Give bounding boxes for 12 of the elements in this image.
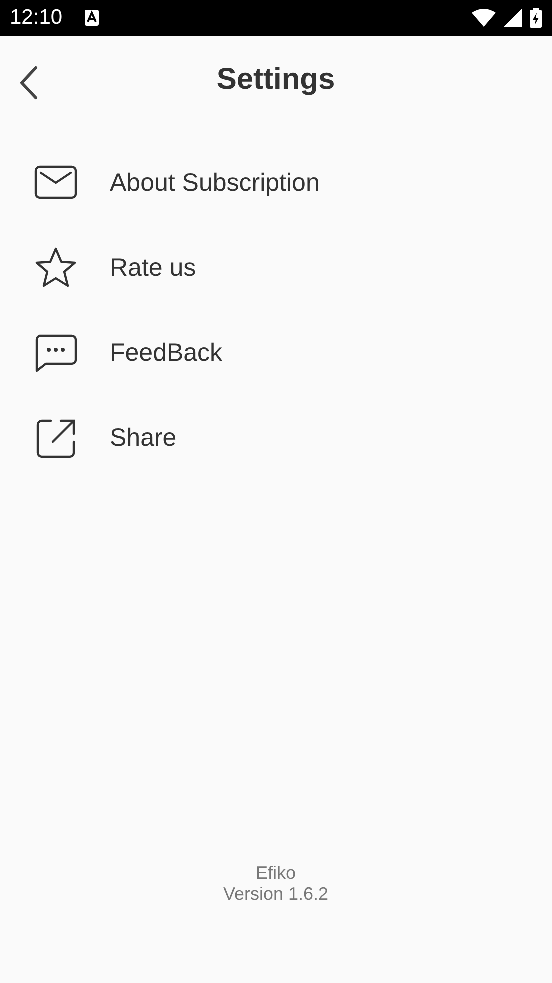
page-title: Settings [216,63,336,97]
settings-item[interactable]: About Subscription [110,169,320,198]
version-text: Version 1.6.2 [223,884,329,905]
signal-icon [504,9,522,27]
notification-icon [84,10,99,26]
status-time: 12:10 [10,6,63,30]
app-name: Efiko [256,863,296,884]
wifi-icon [472,9,496,27]
battery-icon [530,8,542,28]
settings-item[interactable]: Rate us [110,254,196,283]
settings-item[interactable]: Share [110,424,177,453]
settings-item[interactable]: FeedBack [110,339,223,368]
